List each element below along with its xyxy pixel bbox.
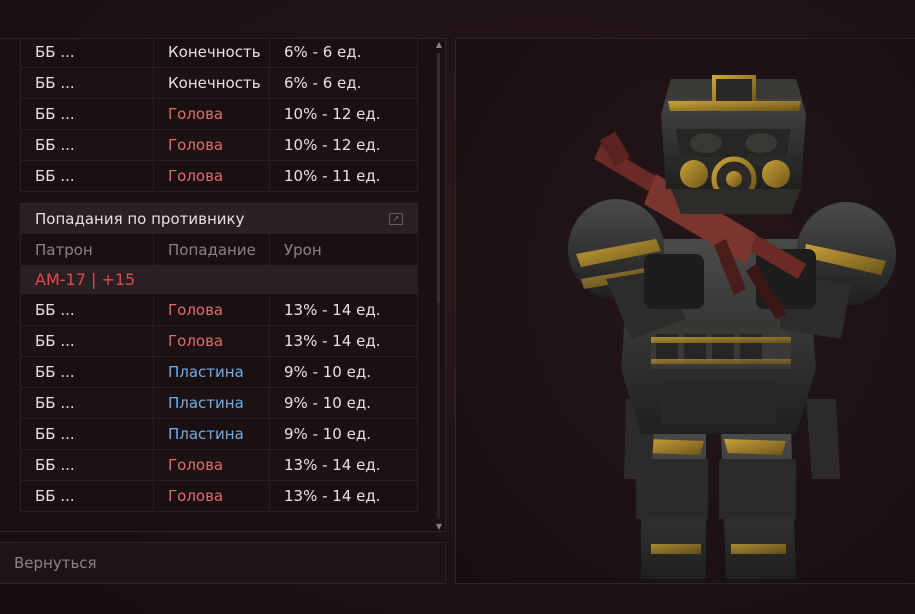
table-row: ББ ... Голова 10% - 12 ед. bbox=[21, 98, 417, 129]
damage-cell: 9% - 10 ед. bbox=[284, 394, 371, 412]
scrollbar[interactable]: ▲ ▼ bbox=[433, 39, 445, 531]
hit-zone-cell: Пластина bbox=[154, 419, 270, 449]
table-header-row: Патрон Попадание Урон bbox=[21, 234, 417, 265]
damage-cell: 9% - 10 ед. bbox=[284, 363, 371, 381]
ammo-cell: ББ ... bbox=[21, 388, 154, 418]
enemy-hits-table: Патрон Попадание Урон АМ-17 | +15 ББ ...… bbox=[20, 233, 418, 512]
damage-cell: 13% - 14 ед. bbox=[284, 300, 381, 319]
ammo-cell: ББ ... bbox=[21, 481, 154, 511]
arrow-down-icon[interactable]: ▼ bbox=[435, 523, 443, 531]
hit-zone-cell: Конечность bbox=[154, 39, 270, 67]
hit-zone-cell: Голова bbox=[154, 161, 270, 191]
damage-cell: 13% - 14 ед. bbox=[284, 332, 381, 350]
damage-cell: 10% - 12 ед. bbox=[284, 136, 381, 154]
damage-cell: 10% - 12 ед. bbox=[284, 105, 381, 123]
ammo-cell: ББ ... bbox=[21, 39, 154, 67]
hit-zone-cell: Пластина bbox=[154, 357, 270, 387]
table-row: ББ ... Голова 10% - 11 ед. bbox=[21, 160, 417, 191]
ammo-cell: ББ ... bbox=[21, 326, 154, 356]
ammo-cell: ББ ... bbox=[21, 68, 154, 98]
top-damage-table: ББ ... Конечность 6% - 6 ед. ББ ... Конечнос… bbox=[20, 39, 418, 192]
ammo-cell: ББ ... bbox=[21, 99, 154, 129]
damage-cell: 6% - 6 ед. bbox=[284, 74, 362, 92]
hit-zone-cell: Голова bbox=[154, 326, 270, 356]
table-row: ББ ... Голова 10% - 12 ед. bbox=[21, 129, 417, 160]
arrow-up-icon[interactable]: ▲ bbox=[435, 41, 443, 49]
enemy-hits-rows: ББ ... Голова 13% - 14 ед. ББ ... Голова 13% … bbox=[21, 294, 417, 511]
scroll-track[interactable] bbox=[437, 53, 440, 519]
hit-zone-cell: Голова bbox=[154, 481, 270, 511]
damage-cell: 10% - 11 ед. bbox=[284, 167, 381, 185]
scroll-content: ББ ... Конечность 6% - 6 ед. ББ ... Конечнос… bbox=[20, 39, 418, 512]
table-row: ББ ... Голова 13% - 14 ед. bbox=[21, 294, 417, 325]
damage-cell: 6% - 6 ед. bbox=[284, 42, 362, 61]
table-row: ББ ... Голова 13% - 14 ед. bbox=[21, 480, 417, 511]
back-button[interactable]: Вернуться bbox=[0, 542, 446, 584]
ammo-cell: ББ ... bbox=[21, 419, 154, 449]
hit-zone-cell: Голова bbox=[154, 130, 270, 160]
scroll-thumb[interactable] bbox=[437, 53, 440, 303]
table-row: ББ ... Конечность 6% - 6 ед. bbox=[21, 39, 417, 67]
enemy-hits-header[interactable]: Попадания по противнику ↗ bbox=[20, 203, 418, 233]
damage-cell: 9% - 10 ед. bbox=[284, 425, 371, 443]
helmet bbox=[661, 75, 806, 214]
table-row: ББ ... Конечность 6% - 6 ед. bbox=[21, 67, 417, 98]
expand-icon[interactable]: ↗ bbox=[389, 212, 403, 225]
enemy-hits-title: Попадания по противнику bbox=[35, 209, 245, 228]
ammo-cell: ББ ... bbox=[21, 294, 154, 325]
ammo-cell: ББ ... bbox=[21, 357, 154, 387]
weapon-label: АМ-17 | +15 bbox=[21, 265, 417, 294]
screen: ББ ... Конечность 6% - 6 ед. ББ ... Конечнос… bbox=[0, 0, 915, 614]
hit-zone-cell: Голова bbox=[154, 294, 270, 325]
table-row: ББ ... Голова 13% - 14 ед. bbox=[21, 449, 417, 480]
ammo-cell: ББ ... bbox=[21, 161, 154, 191]
table-row: ББ ... Пластина 9% - 10 ед. bbox=[21, 356, 417, 387]
table-row: ББ ... Голова 13% - 14 ед. bbox=[21, 325, 417, 356]
column-header-ammo: Патрон bbox=[21, 234, 154, 265]
hit-zone-cell: Конечность bbox=[154, 68, 270, 98]
hit-zone-cell: Голова bbox=[154, 450, 270, 480]
column-header-damage: Урон bbox=[284, 240, 322, 259]
damage-stats-panel[interactable]: ББ ... Конечность 6% - 6 ед. ББ ... Конечнос… bbox=[0, 38, 446, 532]
table-row: ББ ... Пластина 9% - 10 ед. bbox=[21, 387, 417, 418]
table-row: ББ ... Пластина 9% - 10 ед. bbox=[21, 418, 417, 449]
ammo-cell: ББ ... bbox=[21, 450, 154, 480]
hit-zone-cell: Голова bbox=[154, 99, 270, 129]
hit-zone-cell: Пластина bbox=[154, 388, 270, 418]
damage-cell: 13% - 14 ед. bbox=[284, 456, 381, 474]
character-model bbox=[568, 75, 896, 579]
character-viewer[interactable] bbox=[455, 38, 915, 584]
column-header-hit: Попадание bbox=[154, 234, 270, 265]
ammo-cell: ББ ... bbox=[21, 130, 154, 160]
damage-cell: 13% - 14 ед. bbox=[284, 487, 381, 505]
